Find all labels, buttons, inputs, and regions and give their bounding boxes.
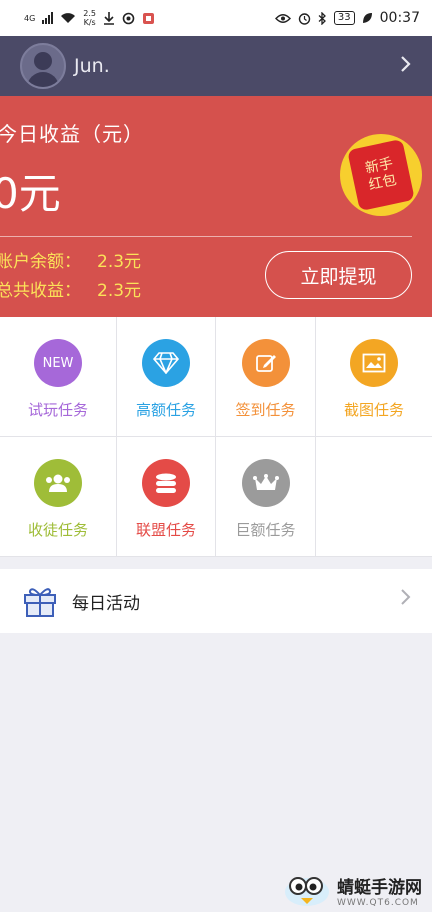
task-label: 联盟任务 — [135, 521, 196, 539]
avatar-head — [34, 52, 52, 70]
sync-icon — [122, 12, 135, 24]
balance-row: 账户余额： 2.3元 — [0, 247, 141, 272]
task-label: 收徒任务 — [27, 521, 88, 539]
edit-icon — [241, 339, 290, 387]
task-label: 签到任务 — [235, 401, 296, 419]
battery-icon: 33 — [333, 11, 355, 25]
eye-icon — [274, 13, 291, 23]
new-user-red-packet[interactable]: 新手 红包 — [340, 134, 422, 216]
earnings-title: 今日收益（元） — [0, 122, 144, 146]
network-speed: 2.5 K/s — [83, 9, 96, 27]
total-value: 2.3元 — [97, 281, 142, 301]
coins-icon — [142, 459, 190, 507]
new-badge-icon: NEW — [34, 339, 82, 387]
user-header[interactable]: Jun. — [0, 36, 432, 96]
status-bar: 4G 2.5 K/s 33 00:37 — [0, 0, 432, 36]
balance-value: 2.3元 — [97, 252, 142, 272]
task-screenshot[interactable]: 截图任务 — [316, 317, 432, 437]
app-notification-icon — [143, 12, 155, 24]
chevron-right-icon[interactable] — [400, 54, 412, 79]
watermark-url: WWW.QT6.COM — [337, 897, 419, 908]
earnings-card: 今日收益（元） 0元 新手 红包 账户余额： 2.3元 总共收益： 2.3元 立即提… — [0, 96, 432, 317]
withdraw-button[interactable]: 立即提现 — [265, 251, 412, 299]
signal-icon — [42, 12, 54, 24]
empty-grid-cell — [316, 437, 432, 557]
red-packet-icon: 新手 红包 — [347, 138, 415, 212]
status-left: 4G 2.5 K/s — [24, 9, 155, 27]
task-high-value[interactable]: 高额任务 — [117, 317, 216, 437]
dragonfly-logo-icon — [285, 877, 329, 906]
balance-label: 账户余额： — [0, 252, 81, 272]
speed-value: 2.5 — [83, 9, 97, 18]
task-label: 截图任务 — [343, 401, 404, 419]
speed-unit: K/s — [83, 18, 96, 27]
new-badge-text: NEW — [42, 355, 74, 371]
leaf-icon — [362, 13, 372, 23]
bluetooth-icon — [318, 11, 326, 25]
alarm-icon — [298, 12, 311, 25]
divider — [0, 236, 412, 237]
task-alliance[interactable]: 联盟任务 — [117, 437, 216, 557]
task-checkin[interactable]: 签到任务 — [216, 317, 316, 437]
task-huge-value[interactable]: 巨额任务 — [216, 437, 316, 557]
status-right: 33 00:37 — [274, 10, 420, 26]
chevron-right-icon[interactable] — [400, 587, 412, 612]
total-earnings-row: 总共收益： 2.3元 — [0, 276, 141, 301]
avatar[interactable] — [20, 43, 66, 89]
network-type: 4G — [24, 13, 36, 23]
task-grid: NEW 试玩任务 高额任务 签到任务 截图任务 收徒任务 联盟任务 巨额任务 — [0, 317, 432, 557]
task-trial[interactable]: NEW 试玩任务 — [0, 317, 117, 437]
diamond-icon — [142, 339, 190, 387]
clock-time: 00:37 — [379, 10, 420, 26]
gift-icon — [24, 588, 56, 617]
watermark-name: 蜻蜓手游网 — [337, 877, 422, 898]
total-label: 总共收益： — [0, 281, 81, 301]
crown-icon — [241, 459, 290, 507]
daily-activity-label: 每日活动 — [72, 593, 140, 614]
watermark: 蜻蜓手游网 WWW.QT6.COM — [283, 868, 432, 912]
username: Jun. — [74, 55, 110, 77]
task-apprentice[interactable]: 收徒任务 — [0, 437, 117, 557]
avatar-body — [27, 72, 59, 87]
people-icon — [34, 459, 82, 507]
download-icon — [104, 12, 115, 25]
wifi-icon — [61, 13, 76, 23]
image-icon — [350, 339, 398, 387]
daily-activity-row[interactable]: 每日活动 — [0, 569, 432, 633]
task-label: 高额任务 — [135, 401, 196, 419]
task-label: 巨额任务 — [235, 521, 296, 539]
task-label: 试玩任务 — [27, 401, 88, 419]
today-earnings-amount: 0元 — [0, 169, 61, 218]
